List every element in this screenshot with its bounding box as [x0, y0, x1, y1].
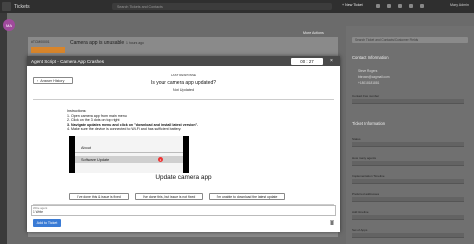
settings-icon[interactable] — [420, 4, 424, 8]
contact-name: Steve Rogers — [358, 69, 378, 73]
choice-unable-button[interactable]: I'm unable to download the latest update — [209, 193, 285, 200]
ticket-field-agents[interactable] — [352, 161, 464, 166]
ticket-field-apps[interactable] — [352, 233, 464, 238]
app-title: Tickets — [14, 3, 30, 10]
ticket-field-timeline[interactable] — [352, 179, 464, 184]
notes-label: Write agent — [33, 205, 48, 210]
script-question: Is your camera app updated? — [150, 80, 217, 86]
image-caption: Update camera app — [155, 174, 212, 181]
instruction-step: 4. Make sure the device is connected to … — [67, 127, 182, 132]
close-icon[interactable]: × — [330, 58, 333, 64]
choice-not-fixed-button[interactable]: I've done this, but issue is not fixed — [135, 193, 203, 200]
instructions-block: Instructions: 1. Open camera app from ma… — [67, 109, 198, 132]
phone-icon[interactable] — [376, 4, 380, 8]
ticket-subject: Camera app is unusable — [70, 40, 125, 46]
agent-script-modal: Agent Script - Camera App Crashes 00 : 2… — [27, 56, 340, 232]
ticket-field-label: Implementation Timeline — [352, 174, 385, 178]
more-actions-button[interactable]: More Actions — [303, 31, 324, 35]
add-to-ticket-button[interactable]: Add to Ticket — [33, 219, 61, 227]
contact-fax-field[interactable] — [352, 99, 464, 104]
ticket-field-addresses[interactable] — [352, 197, 464, 202]
trash-icon[interactable] — [330, 220, 334, 225]
contact-info-heading: Contact Information — [352, 55, 389, 60]
ticket-info-heading: Ticket Information — [352, 121, 386, 126]
ticket-field-status[interactable] — [352, 142, 464, 147]
modal-title: Agent Script - Camera App Crashes — [31, 58, 105, 64]
ticket-status-badge — [31, 47, 65, 53]
app-logo — [2, 2, 11, 11]
ticket-field-label: Preferred addresses — [352, 192, 380, 196]
notifications-icon[interactable] — [387, 4, 391, 8]
call-timer: 00 : 27 — [291, 57, 323, 65]
choice-fixed-button[interactable]: I've done this & issue is fixed — [69, 193, 129, 200]
avatar[interactable]: MA — [3, 19, 15, 31]
last-response-label: LAST RESPONSE — [171, 73, 196, 77]
user-menu[interactable]: Mary Admin — [450, 3, 469, 7]
ticket-id: #TCM00001 — [31, 40, 50, 44]
top-icons — [376, 4, 424, 8]
ticket-meta: 1 hours ago — [126, 41, 144, 45]
notes-field[interactable] — [31, 205, 336, 216]
contact-email[interactable]: bbrown@cagmail.com — [358, 75, 390, 79]
update-count-badge: 1 — [158, 157, 163, 162]
contact-fax-label: Contact Fax number — [352, 94, 380, 98]
phone-menu-software-update: Software Update — [81, 157, 110, 162]
notes-value[interactable]: 1 Write — [33, 210, 43, 214]
ticket-field-label: Status — [352, 137, 361, 141]
divider — [33, 99, 334, 100]
script-answer: Not Updated — [172, 88, 195, 92]
left-rail — [0, 13, 7, 244]
phone-screen — [75, 136, 183, 173]
contact-phone[interactable]: +18018181881 — [358, 81, 379, 85]
apps-icon[interactable] — [409, 4, 413, 8]
phone-menu-about: About — [81, 146, 91, 150]
ticket-field-label: Add timeline — [352, 210, 369, 214]
help-icon[interactable] — [398, 4, 402, 8]
new-ticket-button[interactable]: + New Ticket — [342, 3, 363, 7]
ticket-field-label: How many agents — [352, 156, 377, 160]
global-search-input[interactable]: Search Tickets and Contacts — [112, 3, 332, 10]
right-panel-search-input[interactable]: Search Ticket and Contacts/Customer Fiel… — [352, 37, 468, 43]
ticket-field-add-timeline[interactable] — [352, 215, 464, 220]
ticket-field-label: Set of Apps — [352, 228, 368, 232]
